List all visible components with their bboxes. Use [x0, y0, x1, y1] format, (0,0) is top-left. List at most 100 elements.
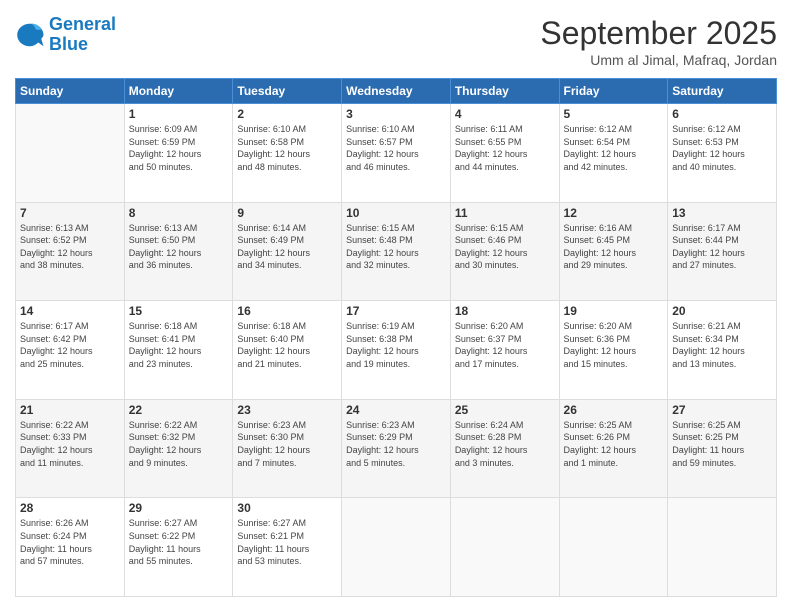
col-sunday: Sunday	[16, 79, 125, 104]
day-info: Sunrise: 6:25 AM Sunset: 6:26 PM Dayligh…	[564, 419, 664, 469]
calendar-cell: 12 Sunrise: 6:16 AM Sunset: 6:45 PM Dayli…	[559, 202, 668, 301]
day-number: 29	[129, 501, 229, 515]
calendar-cell: 15Sunrise: 6:18 AM Sunset: 6:41 PM Dayli…	[124, 301, 233, 400]
calendar-cell: 27 Sunrise: 6:25 AM Sunset: 6:25 PM Dayli…	[668, 399, 777, 498]
calendar-cell	[342, 498, 451, 597]
calendar-cell	[559, 498, 668, 597]
col-tuesday: Tuesday	[233, 79, 342, 104]
logo-line1: General	[49, 14, 116, 34]
logo-line2: Blue	[49, 34, 88, 54]
day-info: Sunrise: 6:25 AM Sunset: 6:25 PM Dayligh…	[672, 419, 772, 469]
col-friday: Friday	[559, 79, 668, 104]
col-saturday: Saturday	[668, 79, 777, 104]
logo-icon	[15, 20, 45, 50]
day-info: Sunrise: 6:18 AM Sunset: 6:40 PM Dayligh…	[237, 320, 337, 370]
day-info: Sunrise: 6:15 AM Sunset: 6:46 PM Dayligh…	[455, 222, 555, 272]
calendar-cell: 1Sunrise: 6:09 AM Sunset: 6:59 PM Daylig…	[124, 104, 233, 203]
day-info: Sunrise: 6:17 AM Sunset: 6:44 PM Dayligh…	[672, 222, 772, 272]
calendar-cell: 24 Sunrise: 6:23 AM Sunset: 6:29 PM Dayli…	[342, 399, 451, 498]
day-info: Sunrise: 6:27 AM Sunset: 6:21 PM Dayligh…	[237, 517, 337, 567]
day-info: Sunrise: 6:11 AM Sunset: 6:55 PM Dayligh…	[455, 123, 555, 173]
day-info: Sunrise: 6:27 AM Sunset: 6:22 PM Dayligh…	[129, 517, 229, 567]
day-info: Sunrise: 6:12 AM Sunset: 6:53 PM Dayligh…	[672, 123, 772, 173]
calendar-cell: 20Sunrise: 6:21 AM Sunset: 6:34 PM Dayli…	[668, 301, 777, 400]
col-monday: Monday	[124, 79, 233, 104]
day-info: Sunrise: 6:13 AM Sunset: 6:52 PM Dayligh…	[20, 222, 120, 272]
calendar-cell: 30 Sunrise: 6:27 AM Sunset: 6:21 PM Dayli…	[233, 498, 342, 597]
calendar-cell: 18Sunrise: 6:20 AM Sunset: 6:37 PM Dayli…	[450, 301, 559, 400]
day-info: Sunrise: 6:19 AM Sunset: 6:38 PM Dayligh…	[346, 320, 446, 370]
day-info: Sunrise: 6:20 AM Sunset: 6:37 PM Dayligh…	[455, 320, 555, 370]
day-number: 7	[20, 206, 120, 220]
calendar-cell: 14 Sunrise: 6:17 AM Sunset: 6:42 PM Dayli…	[16, 301, 125, 400]
day-number: 12	[564, 206, 664, 220]
day-info: Sunrise: 6:10 AM Sunset: 6:58 PM Dayligh…	[237, 123, 337, 173]
day-info: Sunrise: 6:12 AM Sunset: 6:54 PM Dayligh…	[564, 123, 664, 173]
day-info: Sunrise: 6:17 AM Sunset: 6:42 PM Dayligh…	[20, 320, 120, 370]
day-number: 21	[20, 403, 120, 417]
calendar-week-row: 14 Sunrise: 6:17 AM Sunset: 6:42 PM Dayli…	[16, 301, 777, 400]
day-number: 19	[564, 304, 664, 318]
day-number: 30	[237, 501, 337, 515]
calendar-cell: 28Sunrise: 6:26 AM Sunset: 6:24 PM Dayli…	[16, 498, 125, 597]
calendar-cell: 16Sunrise: 6:18 AM Sunset: 6:40 PM Dayli…	[233, 301, 342, 400]
day-number: 6	[672, 107, 772, 121]
day-number: 22	[129, 403, 229, 417]
day-info: Sunrise: 6:26 AM Sunset: 6:24 PM Dayligh…	[20, 517, 120, 567]
calendar-cell: 23 Sunrise: 6:23 AM Sunset: 6:30 PM Dayli…	[233, 399, 342, 498]
calendar-cell: 11Sunrise: 6:15 AM Sunset: 6:46 PM Dayli…	[450, 202, 559, 301]
day-number: 27	[672, 403, 772, 417]
calendar-cell: 19 Sunrise: 6:20 AM Sunset: 6:36 PM Dayli…	[559, 301, 668, 400]
calendar-cell	[450, 498, 559, 597]
calendar-cell	[668, 498, 777, 597]
calendar-week-row: 7 Sunrise: 6:13 AM Sunset: 6:52 PM Daylig…	[16, 202, 777, 301]
title-section: September 2025 Umm al Jimal, Mafraq, Jor…	[540, 15, 777, 68]
day-info: Sunrise: 6:16 AM Sunset: 6:45 PM Dayligh…	[564, 222, 664, 272]
page: General Blue September 2025 Umm al Jimal…	[0, 0, 792, 612]
day-number: 5	[564, 107, 664, 121]
col-wednesday: Wednesday	[342, 79, 451, 104]
day-info: Sunrise: 6:21 AM Sunset: 6:34 PM Dayligh…	[672, 320, 772, 370]
header: General Blue September 2025 Umm al Jimal…	[15, 15, 777, 68]
col-thursday: Thursday	[450, 79, 559, 104]
day-number: 9	[237, 206, 337, 220]
calendar-header-row: Sunday Monday Tuesday Wednesday Thursday…	[16, 79, 777, 104]
calendar-cell: 22 Sunrise: 6:22 AM Sunset: 6:32 PM Dayli…	[124, 399, 233, 498]
calendar-cell: 13 Sunrise: 6:17 AM Sunset: 6:44 PM Dayli…	[668, 202, 777, 301]
calendar-cell: 26Sunrise: 6:25 AM Sunset: 6:26 PM Dayli…	[559, 399, 668, 498]
day-info: Sunrise: 6:14 AM Sunset: 6:49 PM Dayligh…	[237, 222, 337, 272]
day-info: Sunrise: 6:23 AM Sunset: 6:30 PM Dayligh…	[237, 419, 337, 469]
day-number: 13	[672, 206, 772, 220]
day-number: 17	[346, 304, 446, 318]
day-info: Sunrise: 6:22 AM Sunset: 6:32 PM Dayligh…	[129, 419, 229, 469]
month-title: September 2025	[540, 15, 777, 52]
day-info: Sunrise: 6:10 AM Sunset: 6:57 PM Dayligh…	[346, 123, 446, 173]
day-number: 14	[20, 304, 120, 318]
day-number: 4	[455, 107, 555, 121]
day-number: 2	[237, 107, 337, 121]
calendar-cell: 21 Sunrise: 6:22 AM Sunset: 6:33 PM Dayli…	[16, 399, 125, 498]
day-number: 24	[346, 403, 446, 417]
calendar-cell: 10 Sunrise: 6:15 AM Sunset: 6:48 PM Dayli…	[342, 202, 451, 301]
calendar-cell: 6 Sunrise: 6:12 AM Sunset: 6:53 PM Daylig…	[668, 104, 777, 203]
day-info: Sunrise: 6:22 AM Sunset: 6:33 PM Dayligh…	[20, 419, 120, 469]
calendar-cell: 2 Sunrise: 6:10 AM Sunset: 6:58 PM Daylig…	[233, 104, 342, 203]
calendar-cell: 25Sunrise: 6:24 AM Sunset: 6:28 PM Dayli…	[450, 399, 559, 498]
day-number: 3	[346, 107, 446, 121]
calendar-cell: 4 Sunrise: 6:11 AM Sunset: 6:55 PM Daylig…	[450, 104, 559, 203]
day-info: Sunrise: 6:23 AM Sunset: 6:29 PM Dayligh…	[346, 419, 446, 469]
calendar-cell: 3 Sunrise: 6:10 AM Sunset: 6:57 PM Daylig…	[342, 104, 451, 203]
calendar-cell: 29 Sunrise: 6:27 AM Sunset: 6:22 PM Dayli…	[124, 498, 233, 597]
day-number: 10	[346, 206, 446, 220]
logo-text: General Blue	[49, 15, 116, 55]
day-info: Sunrise: 6:15 AM Sunset: 6:48 PM Dayligh…	[346, 222, 446, 272]
calendar-table: Sunday Monday Tuesday Wednesday Thursday…	[15, 78, 777, 597]
calendar-cell: 5 Sunrise: 6:12 AM Sunset: 6:54 PM Daylig…	[559, 104, 668, 203]
day-info: Sunrise: 6:13 AM Sunset: 6:50 PM Dayligh…	[129, 222, 229, 272]
day-number: 23	[237, 403, 337, 417]
calendar-cell: 17 Sunrise: 6:19 AM Sunset: 6:38 PM Dayli…	[342, 301, 451, 400]
day-info: Sunrise: 6:20 AM Sunset: 6:36 PM Dayligh…	[564, 320, 664, 370]
calendar-week-row: 28Sunrise: 6:26 AM Sunset: 6:24 PM Dayli…	[16, 498, 777, 597]
day-number: 8	[129, 206, 229, 220]
day-info: Sunrise: 6:18 AM Sunset: 6:41 PM Dayligh…	[129, 320, 229, 370]
